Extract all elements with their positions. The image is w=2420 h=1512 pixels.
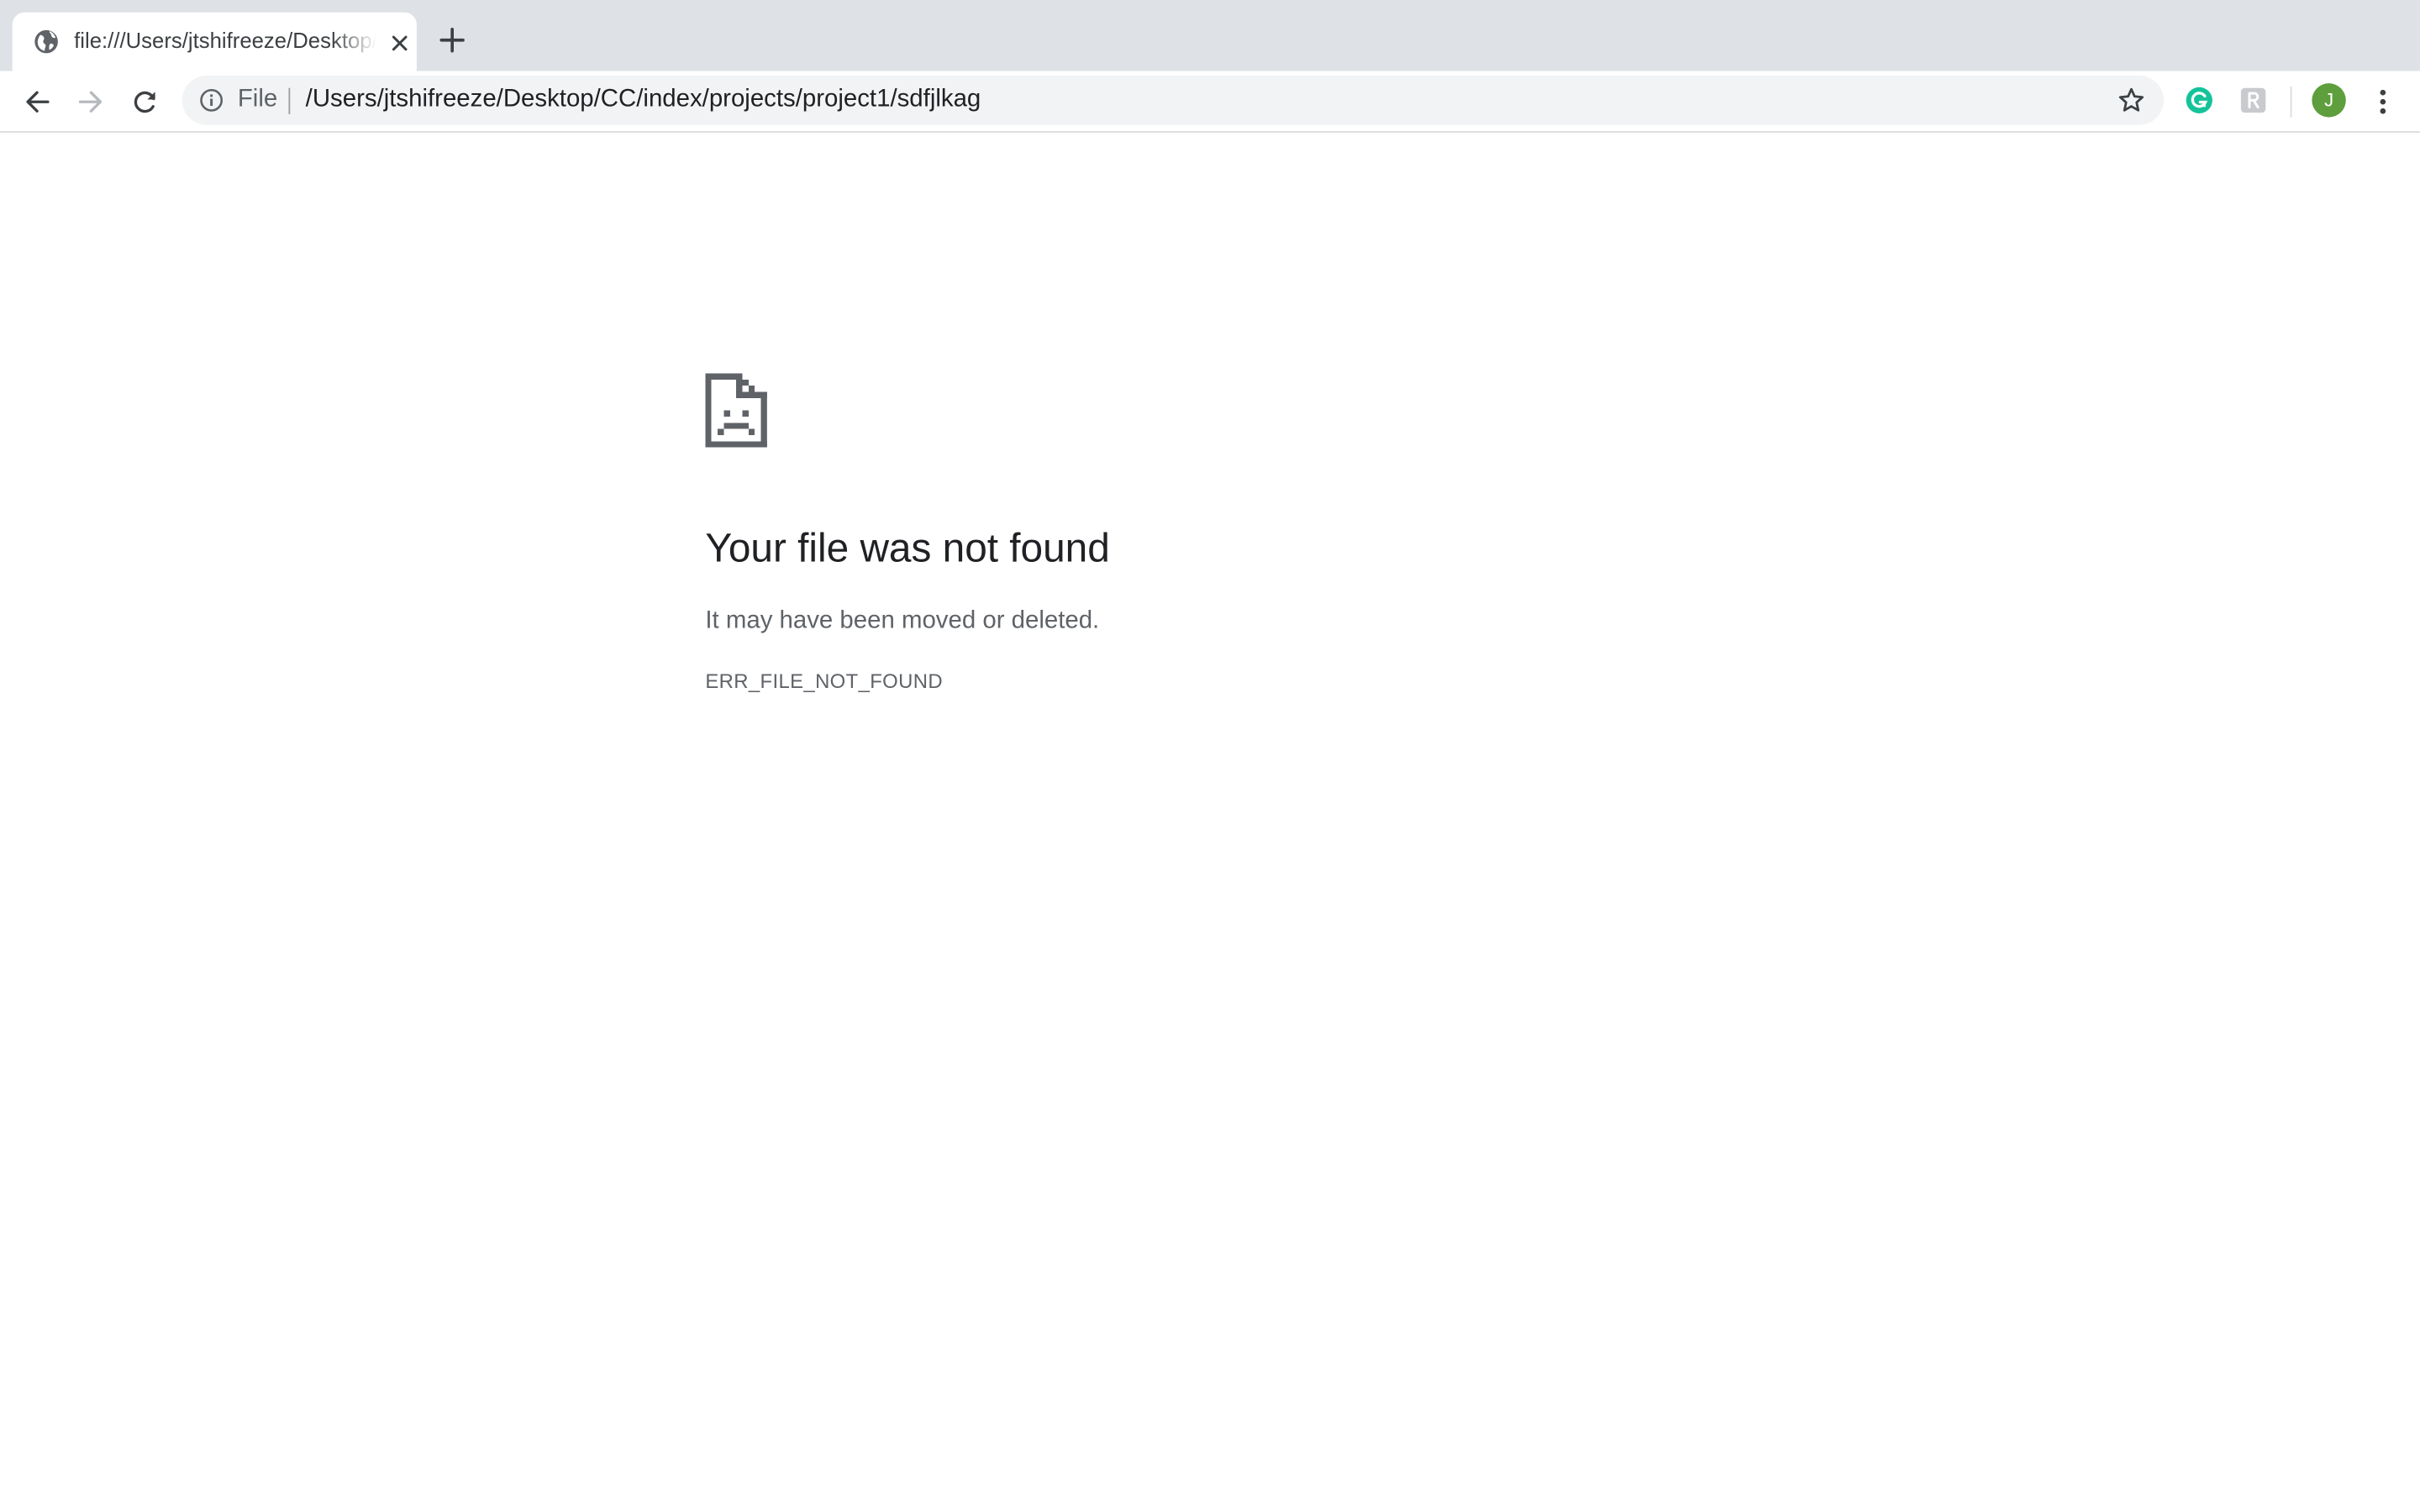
back-button[interactable]: [22, 87, 53, 118]
error-description: It may have been moved or deleted.: [705, 607, 1100, 634]
star-icon[interactable]: [2118, 87, 2145, 114]
info-icon[interactable]: [199, 88, 224, 113]
chip-separator: [288, 87, 291, 114]
forward-button[interactable]: [76, 87, 107, 118]
profile-avatar[interactable]: J: [2312, 83, 2346, 118]
sad-file-icon: [705, 373, 767, 448]
error-code: ERR_FILE_NOT_FOUND: [705, 669, 943, 693]
toolbar-separator: [2290, 86, 2292, 118]
browser-window: file:///Users/jtshifreeze/Desktop/CC/ind…: [0, 0, 2420, 1512]
address-bar[interactable]: File: [182, 75, 2165, 125]
extension-icon[interactable]: [2239, 87, 2267, 114]
more-vert-icon[interactable]: [2369, 87, 2396, 118]
tab-title: file:///Users/jtshifreeze/Desktop/CC/ind…: [74, 28, 377, 53]
scheme-chip[interactable]: File: [238, 87, 277, 114]
error-title: Your file was not found: [705, 524, 1110, 571]
globe-icon: [34, 29, 58, 54]
grammarly-icon[interactable]: [2186, 87, 2213, 114]
toolbar: File J: [0, 71, 2420, 133]
close-icon[interactable]: [389, 33, 411, 55]
url-input[interactable]: [305, 81, 2081, 119]
tab-strip: file:///Users/jtshifreeze/Desktop/CC/ind…: [0, 0, 2420, 71]
new-tab-button[interactable]: [439, 26, 466, 54]
reload-button[interactable]: [129, 87, 160, 118]
tab-active[interactable]: file:///Users/jtshifreeze/Desktop/CC/ind…: [12, 12, 417, 71]
